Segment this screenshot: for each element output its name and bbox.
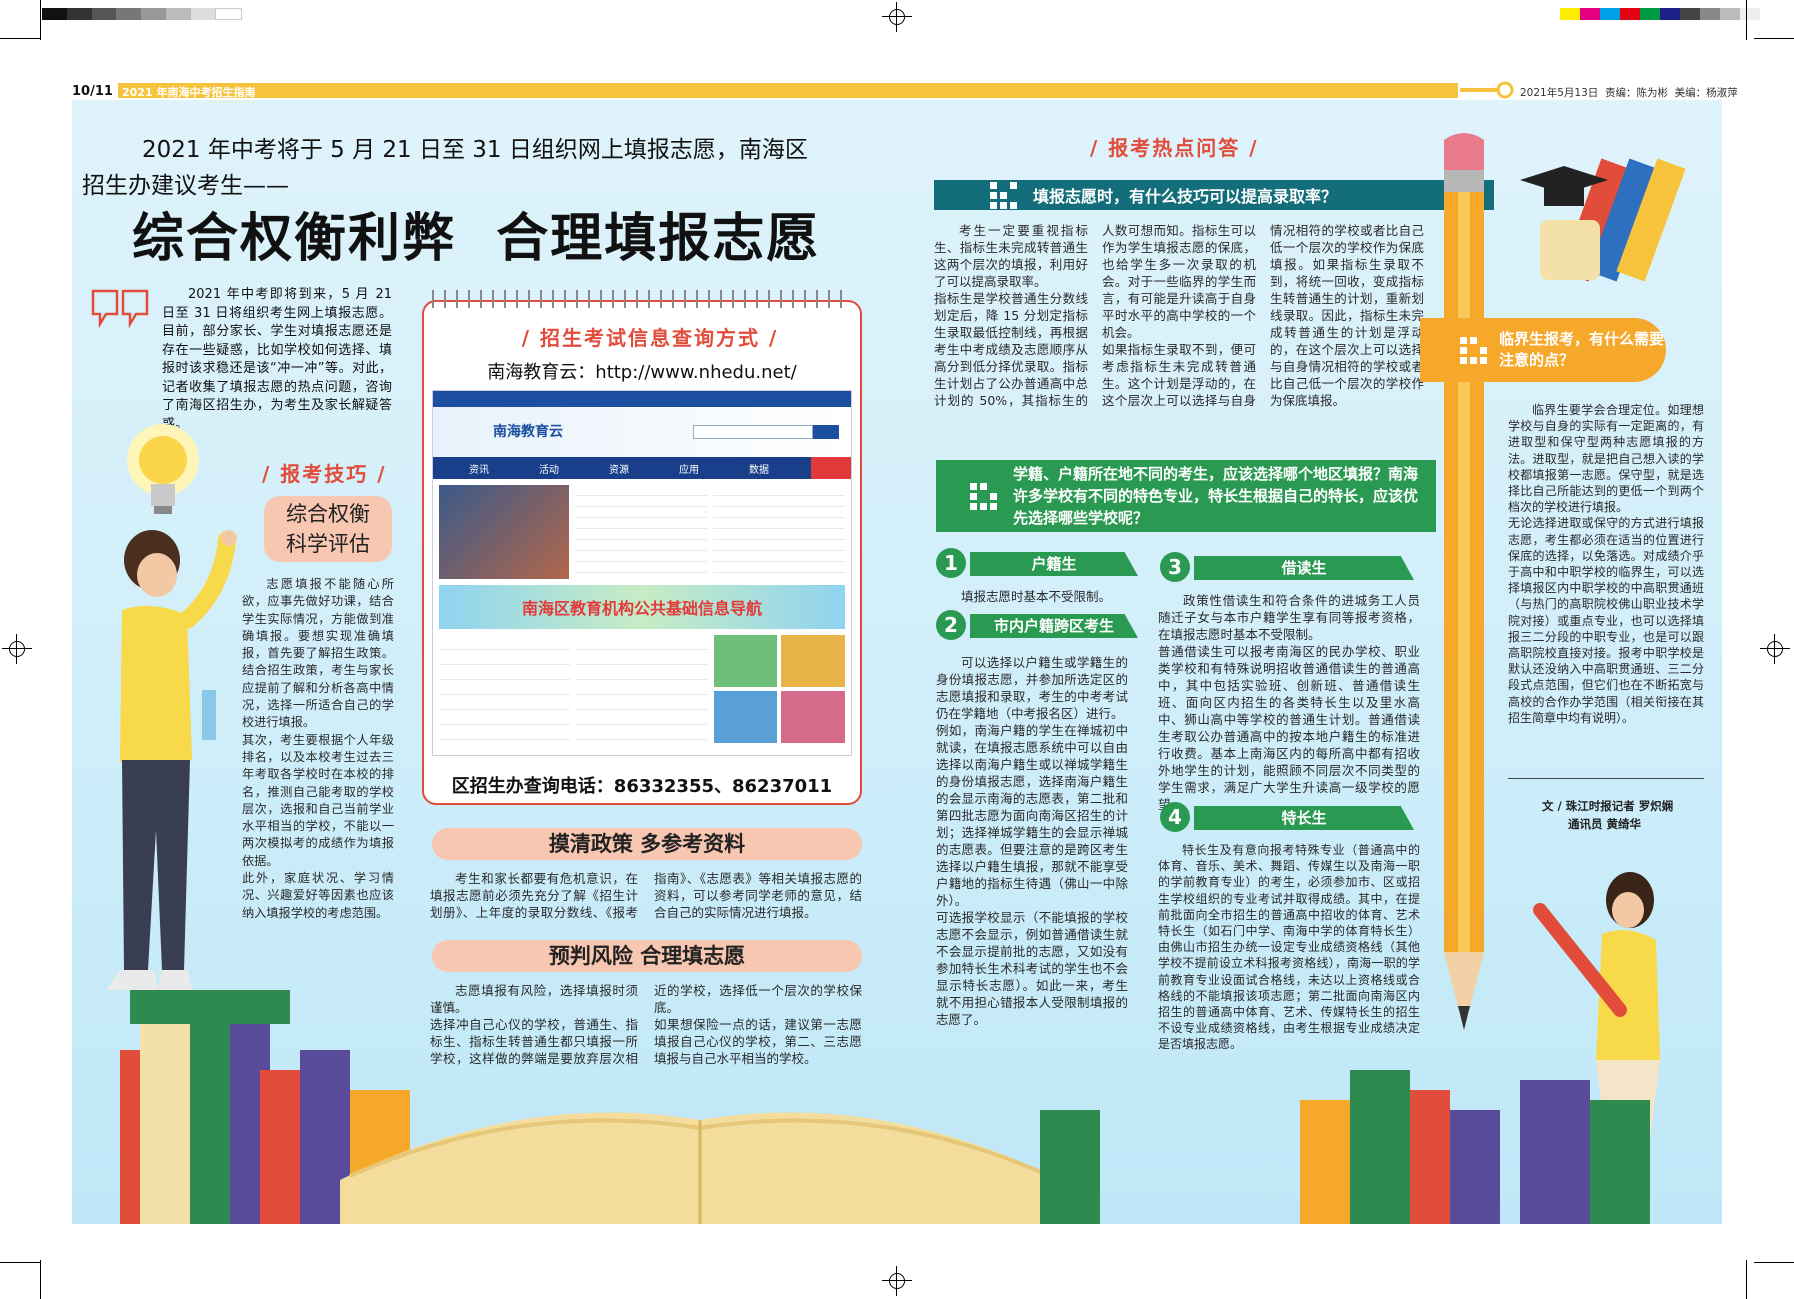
lightbulb-icon (118, 420, 208, 530)
crop-mark (1754, 38, 1794, 39)
tips-body: 志愿填报不能随心所欲，应事先做好功课，结合学生实际情况，方能做到准确填报。要想实… (242, 577, 394, 920)
registration-mark (882, 2, 912, 32)
site-banner: 南海区教育机构公共基础信息导航 (439, 585, 845, 629)
ring-binding (432, 290, 852, 308)
site-search-button (813, 425, 839, 439)
page-number: 10/11 (72, 84, 113, 99)
cat-4-body: 特长生及有意向报考特殊专业（普通高中的体育、音乐、美术、舞蹈、传媒生以及南海一职… (1158, 843, 1420, 1052)
editor-credit: 责编：陈为彬 (1604, 87, 1668, 99)
cat-1-bar: 户籍生 (970, 552, 1138, 576)
tips-pill: 综合权衡 科学评估 (264, 496, 392, 562)
cat-4-number: 4 (1160, 802, 1190, 832)
crop-mark (1754, 1262, 1794, 1263)
q1-grid-icon (990, 181, 1017, 209)
cat-1-body: 填报志愿时基本不受限制。 (961, 589, 1112, 604)
a1-body: 考生一定要重视指标生、指标生未完成转普通生这两个层次的填报，利用好了可以提高录取… (934, 223, 1424, 408)
registration-mark (882, 1266, 912, 1296)
site-nav-3: 应用 (679, 464, 699, 476)
cat-3-number: 3 (1160, 552, 1190, 582)
site-nav-0: 资讯 (469, 464, 489, 476)
headline-intro-1: 2021 年中考将于 5 月 21 日至 31 日组织网上填报志愿，南海区 (142, 137, 808, 163)
registration-mark (2, 634, 32, 664)
headline-intro-2: 招生办建议考生—— (82, 173, 289, 199)
policy-pill: 摸清政策 多参考资料 (432, 828, 862, 860)
main-headline: 综合权衡利弊 合理填报志愿 (132, 209, 821, 269)
risk-body: 志愿填报有风险，选择填报时须谨慎。 选择冲自己心仪的学校，普通生、指标生、指标生… (430, 983, 862, 1066)
site-banner-text: 南海区教育机构公共基础信息导航 (521, 599, 762, 618)
byline-reporter: 文 / 珠江时报记者 罗炽娴 (1542, 799, 1674, 813)
crop-mark (0, 38, 40, 39)
q2-box: 学籍、户籍所在地不同的考生，应该选择哪个地区填报？南海许多学校有不同的特色专业，… (936, 460, 1436, 532)
site-photo (439, 485, 569, 579)
byline-divider (1508, 778, 1704, 779)
tips-label: / 报考技巧 / (262, 462, 387, 486)
boy-illustration (92, 530, 252, 1020)
q1-bar: 填报志愿时，有什么技巧可以提高录取率？ (934, 180, 1494, 210)
byline-correspondent: 通讯员 黄绮华 (1568, 817, 1642, 831)
site-logo: 南海教育云 (493, 424, 563, 440)
lead-paragraph: 2021 年中考即将到来，5 月 21 日至 31 日将组织考生网上填报志愿。目… (162, 287, 392, 432)
cat-3-bar: 借读生 (1194, 556, 1414, 580)
hot-qa-label: / 报考热点问答 / (1090, 136, 1259, 160)
crop-mark (40, 1260, 41, 1299)
designer-credit: 美编：杨淑萍 (1674, 87, 1738, 99)
site-list-a (439, 635, 571, 743)
cat-3-body: 政策性借读生和符合条件的进城务工人员随迁子女与本市户籍学生享有同等报考资格，在填… (1158, 593, 1420, 812)
info-box-title: / 招生考试信息查询方式 / (521, 326, 779, 350)
section-title: 2021 年南海中考招生指南 (122, 86, 256, 99)
graduation-books-illustration (1520, 130, 1700, 290)
site-thumbs (713, 635, 845, 743)
site-news-list (575, 485, 707, 579)
borderline-body: 临界生要学会合理定位。如理想学校与自身的实际有一定距离的，有进取型和保守型两种志… (1508, 403, 1704, 725)
info-box-site: 南海教育云：http://www.nhedu.net/ (487, 362, 797, 383)
cat-1-title: 户籍生 (1031, 555, 1077, 573)
cat-4-bar: 特长生 (1194, 806, 1414, 830)
open-book-illustration (340, 1080, 1060, 1224)
site-nav-menu (811, 457, 851, 479)
site-nav-4: 数据 (749, 464, 769, 476)
pencil-illustration (1424, 130, 1504, 1070)
site-list-b (576, 635, 708, 743)
risk-pill: 预判风险 合理填志愿 (432, 940, 862, 972)
book-stack-right (1040, 1070, 1680, 1224)
website-screenshot: 南海教育云 资讯 活动 资源 应用 数据 南海区教育机构公共基础信息导航 (432, 390, 852, 756)
cat-3-title: 借读生 (1281, 559, 1327, 577)
site-nav-bar: 资讯 活动 资源 应用 数据 (433, 457, 851, 479)
crop-mark (0, 1262, 40, 1263)
site-nav-2: 资源 (609, 464, 629, 476)
registration-mark (1760, 634, 1790, 664)
crop-mark (1746, 1260, 1747, 1299)
q2-text: 学籍、户籍所在地不同的考生，应该选择哪个地区填报？南海许多学校有不同的特色专业，… (1013, 465, 1419, 527)
crop-mark (40, 0, 41, 40)
q3-text: 临界生报考，有什么需要注意的点？ (1499, 330, 1665, 369)
q1-text: 填报志愿时，有什么技巧可以提高录取率？ (1033, 187, 1338, 206)
site-notice-list (713, 485, 845, 579)
policy-body: 考生和家长都要有危机意识，在填报志愿前必须先充分了解《招生计划册》、上年度的录取… (430, 871, 862, 920)
cat-1-number: 1 (936, 548, 966, 578)
q3-grid-icon (1460, 336, 1487, 364)
issue-date: 2021年5月13日 (1520, 87, 1599, 99)
cat-2-bar: 市内户籍跨区考生 (970, 614, 1138, 638)
cat-2-title: 市内户籍跨区考生 (993, 617, 1114, 635)
cat-2-body: 可以选择以户籍生或学籍生的身份填报志愿，并参加所选定区的志愿填报和录取，考生的中… (936, 655, 1128, 1027)
grayscale-bar (42, 8, 242, 20)
speech-bubble-icon (90, 288, 152, 334)
info-box-phone: 区招生办查询电话：86332355、86237011 (451, 776, 833, 797)
cat-2-number: 2 (936, 610, 966, 640)
header-strip (118, 83, 1458, 98)
site-search-box (693, 425, 813, 439)
q2-grid-icon (970, 482, 997, 510)
site-nav-1: 活动 (539, 464, 559, 476)
color-bar (1560, 8, 1760, 20)
q3-box: 临界生报考，有什么需要注意的点？ (1420, 318, 1666, 382)
header-meta: 2021年5月13日 责编：陈为彬 美编：杨淑萍 (1520, 85, 1738, 100)
crop-mark (1746, 0, 1747, 40)
cat-4-title: 特长生 (1281, 809, 1327, 827)
header-end-icon (1460, 80, 1520, 100)
